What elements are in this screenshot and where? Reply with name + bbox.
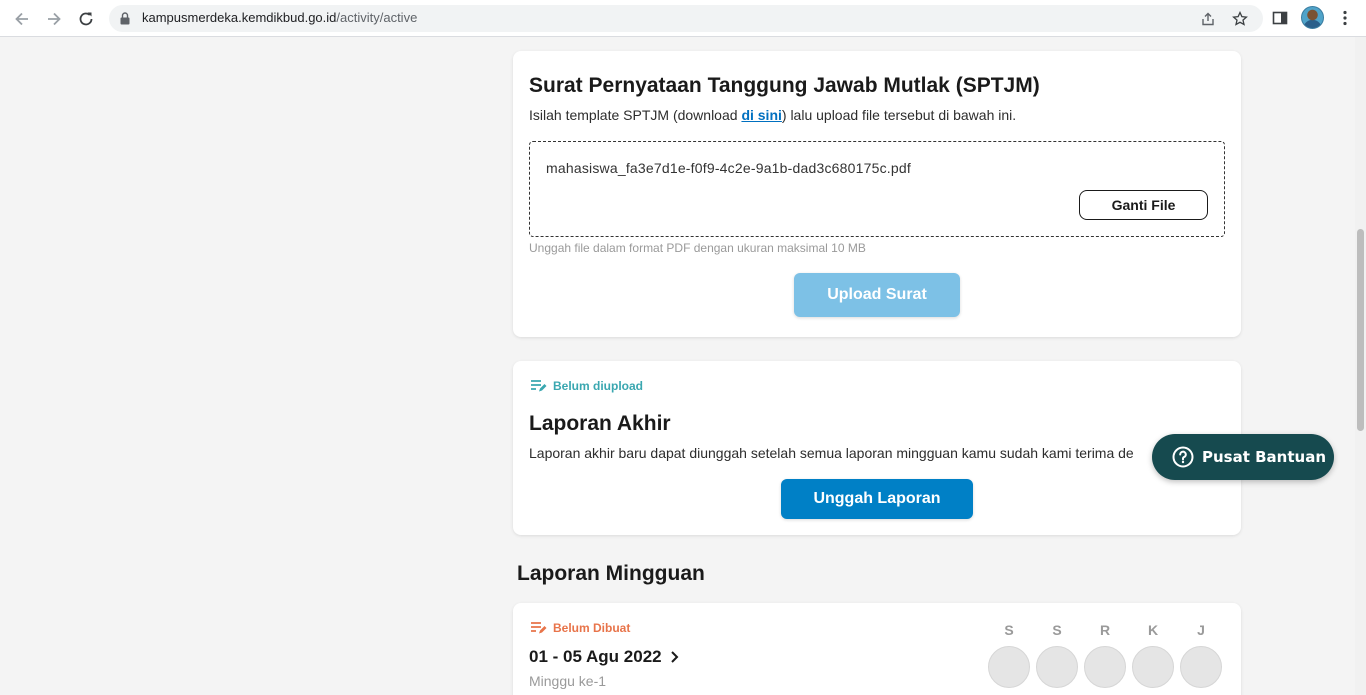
- share-button[interactable]: [1199, 10, 1217, 28]
- week-date-range: 01 - 05 Agu 2022: [529, 647, 662, 666]
- day-label-wed: R: [1099, 622, 1111, 638]
- bookmark-button[interactable]: [1231, 10, 1249, 28]
- scrollbar-thumb[interactable]: [1357, 229, 1364, 431]
- side-panel-icon: [1272, 11, 1288, 25]
- final-report-status: Belum diupload: [530, 379, 643, 393]
- url-path: /activity/active: [336, 10, 418, 25]
- weekly-status: Belum Dibuat: [530, 621, 630, 635]
- final-report-title: Laporan Akhir: [529, 412, 671, 435]
- day-label-mon: S: [1004, 622, 1014, 638]
- help-center-button[interactable]: Pusat Bantuan: [1152, 434, 1334, 480]
- day-status-tue: [1036, 646, 1078, 688]
- week-date-link[interactable]: 01 - 05 Agu 2022: [529, 647, 679, 667]
- day-label-fri: J: [1197, 622, 1205, 638]
- browser-menu-button[interactable]: [1335, 8, 1355, 28]
- final-report-status-text: Belum diupload: [553, 379, 643, 393]
- edit-list-icon: [531, 622, 547, 634]
- sptjm-desc-before: Isilah template SPTJM (download: [529, 107, 742, 123]
- question-circle-icon: [1172, 446, 1194, 468]
- upload-hint: Unggah file dalam format PDF dengan ukur…: [529, 241, 866, 255]
- final-report-desc-clip: Laporan akhir baru dapat diunggah setela…: [529, 445, 1161, 461]
- arrow-right-icon: [48, 12, 61, 26]
- file-dropzone[interactable]: mahasiswa_fa3e7d1e-f0f9-4c2e-9a1b-dad3c6…: [529, 141, 1225, 237]
- arrow-left-icon: [15, 12, 28, 26]
- browser-toolbar: kampusmerdeka.kemdikbud.go.id/activity/a…: [0, 0, 1366, 37]
- change-file-button[interactable]: Ganti File: [1079, 190, 1208, 220]
- kebab-menu-icon: [1343, 10, 1347, 26]
- upload-letter-button[interactable]: Upload Surat: [794, 273, 960, 317]
- day-label-thu: K: [1147, 622, 1159, 638]
- share-icon: [1202, 12, 1214, 26]
- template-download-link[interactable]: di sini: [741, 107, 781, 123]
- side-panel-button[interactable]: [1270, 8, 1290, 28]
- url-text: kampusmerdeka.kemdikbud.go.id/activity/a…: [142, 10, 417, 25]
- lock-icon: [120, 12, 130, 25]
- uploaded-filename: mahasiswa_fa3e7d1e-f0f9-4c2e-9a1b-dad3c6…: [546, 160, 911, 176]
- star-icon: [1232, 11, 1248, 26]
- sptjm-desc-after: ) lalu upload file tersebut di bawah ini…: [781, 107, 1017, 123]
- weekly-reports-title: Laporan Mingguan: [517, 562, 705, 585]
- page-content: Surat Pernyataan Tanggung Jawab Mutlak (…: [0, 37, 1366, 695]
- reload-icon: [79, 12, 93, 26]
- upload-report-button[interactable]: Unggah Laporan: [781, 479, 973, 519]
- back-button[interactable]: [10, 7, 34, 31]
- forward-button[interactable]: [42, 7, 66, 31]
- profile-avatar[interactable]: [1301, 6, 1324, 29]
- day-status-mon: [988, 646, 1030, 688]
- week-number: Minggu ke-1: [529, 673, 607, 689]
- final-report-description: Laporan akhir baru dapat diunggah setela…: [529, 445, 1134, 461]
- day-label-tue: S: [1052, 622, 1062, 638]
- day-status-thu: [1132, 646, 1174, 688]
- reload-button[interactable]: [74, 7, 98, 31]
- sptjm-description: Isilah template SPTJM (download di sini)…: [529, 107, 1016, 123]
- address-bar[interactable]: kampusmerdeka.kemdikbud.go.id/activity/a…: [109, 5, 1263, 32]
- chevron-right-icon: [670, 651, 679, 663]
- url-host: kampusmerdeka.kemdikbud.go.id: [142, 10, 337, 25]
- day-status-wed: [1084, 646, 1126, 688]
- sptjm-title: Surat Pernyataan Tanggung Jawab Mutlak (…: [529, 74, 1040, 97]
- edit-list-icon: [531, 380, 547, 392]
- weekly-status-text: Belum Dibuat: [553, 621, 631, 635]
- help-center-label: Pusat Bantuan: [1202, 448, 1326, 466]
- day-status-fri: [1180, 646, 1222, 688]
